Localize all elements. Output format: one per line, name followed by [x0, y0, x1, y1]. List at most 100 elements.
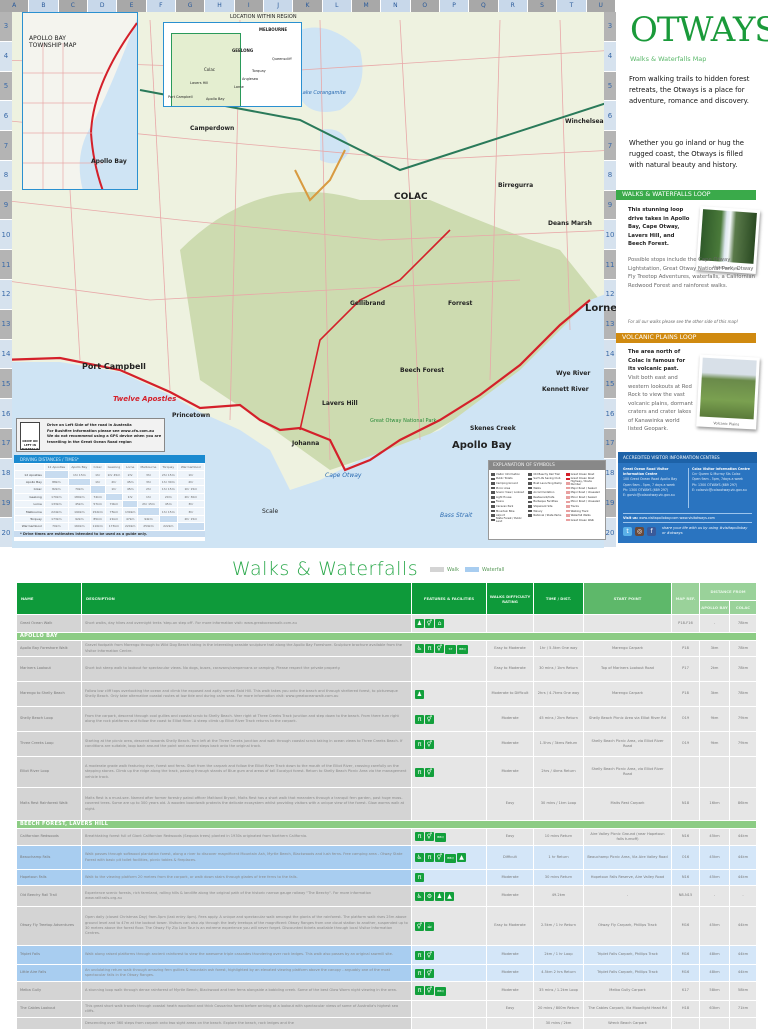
location-inset: MELBOURNE GEELONG Colac Queenscliff Torq…: [163, 22, 302, 107]
distance-col-header: Melbourne: [137, 462, 160, 472]
walk-row[interactable]: Great Ocean Walk Short walks, day hikes a…: [16, 614, 757, 633]
walk-name: Otway Fly Treetop Adventures: [16, 906, 82, 946]
access-icon: ♿: [415, 891, 424, 901]
grid-number: 16: [0, 399, 12, 429]
centre-email[interactable]: E: colacvic@colacotway.vic.gov.au: [692, 488, 756, 493]
distance-col-header: Warrnambool: [176, 462, 206, 472]
legend-item: Highway / Route Number: [565, 480, 603, 486]
section-heading: APOLLO BAY: [16, 632, 757, 641]
walk-row[interactable]: Marengo to Shelly Beach Follow low cliff …: [16, 681, 757, 707]
access-icon: ♿: [415, 643, 424, 653]
distance-cell: [176, 522, 206, 531]
grid-number: 17: [604, 428, 616, 459]
waterfall-row[interactable]: Little Aire Falls An undulating return wa…: [16, 964, 757, 982]
region-map[interactable]: ABCDEFGHIJKLMNOPQRSTU 3 4 5 6 7 8 9 10 11 12 13 14 1…: [0, 0, 616, 548]
twitter-icon[interactable]: t: [623, 527, 632, 536]
grid-letter: L: [322, 0, 352, 12]
visit-urls[interactable]: www.visitapollobay.com www.visitotways.c…: [639, 516, 715, 520]
label-forrest: Forrest: [448, 300, 473, 307]
loc-colac: Colac: [204, 67, 216, 72]
walk-start-point: The Cables Carpark, Via Moonlight Head R…: [583, 1000, 672, 1018]
walk-name: Apollo Bay Foreshore Walk: [16, 640, 82, 657]
legend-label: Scenic View / Lookout: [496, 491, 525, 495]
walk-row[interactable]: Melba Gully A stunning loop walk through …: [16, 981, 757, 1001]
walk-row[interactable]: Apollo Bay Foreshore Walk Gravel footpath…: [16, 640, 757, 657]
instagram-icon[interactable]: ◎: [635, 527, 644, 536]
walk-features: π: [411, 869, 487, 886]
walk-difficulty: Easy: [486, 828, 534, 846]
walk-difficulty: Difficult: [486, 845, 534, 870]
legend-symbol-icon: [528, 482, 533, 485]
walk-row[interactable]: Old Beechy Rail Trail Experience scenic f…: [16, 885, 757, 907]
walk-difficulty: Moderate: [486, 706, 534, 732]
walk-row[interactable]: Californian Redwoods Breathtaking forest …: [16, 828, 757, 846]
walk-features: π ⚥: [411, 756, 487, 788]
walk-row[interactable]: Otway Fly Treetop Adventures Open daily (…: [16, 906, 757, 946]
walk-row[interactable]: Maits Rest Rainforest Walk Maits Rest is …: [16, 787, 757, 821]
walk-description: Breathtaking forest full of Giant Califo…: [81, 828, 412, 846]
legend-symbol-icon: [491, 477, 495, 481]
label-lake-corangamite: Lake Corangamite: [300, 90, 346, 96]
section-row: BEECH FOREST, LAVERS HILL: [16, 820, 757, 829]
legend-symbol-icon: [528, 473, 533, 476]
distance-cell: 110km: [89, 522, 106, 531]
centre-email[interactable]: E: gorvic@colacotway.vic.gov.au: [623, 493, 687, 498]
walk-row[interactable]: The Cables Lookout This great short walk …: [16, 1000, 757, 1018]
walk-features: [411, 1000, 487, 1018]
walk-name: Maits Rest Rainforest Walk: [16, 787, 82, 821]
col-start: START POINT: [583, 582, 672, 615]
legend-symbol-icon: [565, 486, 570, 490]
distance-cell: 1hr: [89, 470, 106, 479]
legend-symbol-icon: [528, 496, 533, 499]
legend-symbol-icon: [491, 500, 495, 504]
visit-links[interactable]: Visit us: www.visitapollobay.com www.vis…: [623, 513, 752, 523]
walk-row[interactable]: Three Creeks Loop Starting at the picnic …: [16, 731, 757, 757]
walk-name: Great Ocean Walk: [16, 614, 82, 633]
grid-number: 11: [604, 250, 616, 281]
walk-map-ref: O19: [671, 731, 700, 757]
distance-cell: 75km: [104, 507, 124, 516]
facebook-icon[interactable]: f: [647, 527, 656, 536]
walk-row[interactable]: Elliot River Loop A moderate grade walk f…: [16, 756, 757, 788]
label-wye-river: Wye River: [556, 370, 591, 377]
label-colac: COLAC: [394, 192, 428, 202]
waterfall-row[interactable]: Triplet Falls Walk along raised platforms…: [16, 945, 757, 965]
walk-features: π ⚥: [411, 964, 487, 982]
label-twelve-apostles: Twelve Apostles: [113, 395, 177, 403]
distance-colac: 44km: [729, 945, 757, 965]
distance-colac: 44km: [729, 964, 757, 982]
walk-name: Californian Redwoods: [16, 828, 82, 846]
legend-symbol-icon: [491, 473, 495, 476]
legend-label: Waterfall Walks: [570, 514, 591, 518]
walk-row[interactable]: Mariners Lookout Short but steep walk to …: [16, 656, 757, 682]
walk-description: Experience scenic forests, rich farmland…: [81, 885, 412, 907]
walk-name: Elliot River Loop: [16, 756, 82, 788]
distance-cell: [104, 492, 124, 501]
distance-apollo-bay: 3km: [699, 640, 730, 657]
legend-label: Surf Life Saving Club: [533, 477, 561, 481]
walk-features: ♿ π ⚥ ST BBQ: [411, 640, 487, 657]
grid-number: 13: [604, 309, 616, 340]
col-time: TIME / DIST.: [533, 582, 584, 615]
walk-description: Starting at the picnic area, descend tow…: [81, 731, 412, 757]
legend-symbol-icon: [528, 505, 533, 508]
legend-label: National / State Parks: [533, 514, 562, 518]
waterfall-row[interactable]: Beauchamp Falls Walk passes through softw…: [16, 845, 757, 870]
toilets-icon: ⚥: [425, 968, 434, 978]
distance-cell: 1hr 30m: [158, 477, 178, 487]
walks-loop-heading: WALKS & WATERFALLS LOOP: [616, 190, 756, 200]
share-text: share your life with us by using #visita…: [662, 526, 748, 535]
legend-label: State Forest / Public Land: [495, 517, 522, 524]
walk-map-ref: N16: [671, 869, 700, 886]
walk-time: 2hrs / 4kms Return: [533, 756, 584, 788]
waterfall-row[interactable]: Hopetoun Falls Walk to the viewing platfo…: [16, 869, 757, 886]
walk-row[interactable]: Shelly Beach Loop From the carpark, desce…: [16, 706, 757, 732]
distance-cell: 92km: [67, 514, 91, 524]
walk-difficulty: Moderate: [486, 756, 534, 788]
legend-symbol-icon: [565, 514, 570, 517]
grid-letter: O: [410, 0, 440, 12]
col-colac: COLAC: [729, 600, 757, 615]
walk-start-point: Triplet Falls Carpark, Phillips Track: [583, 964, 672, 982]
picnic-icon: π: [415, 873, 424, 882]
distance-cell: 2hr 15m: [176, 514, 206, 524]
